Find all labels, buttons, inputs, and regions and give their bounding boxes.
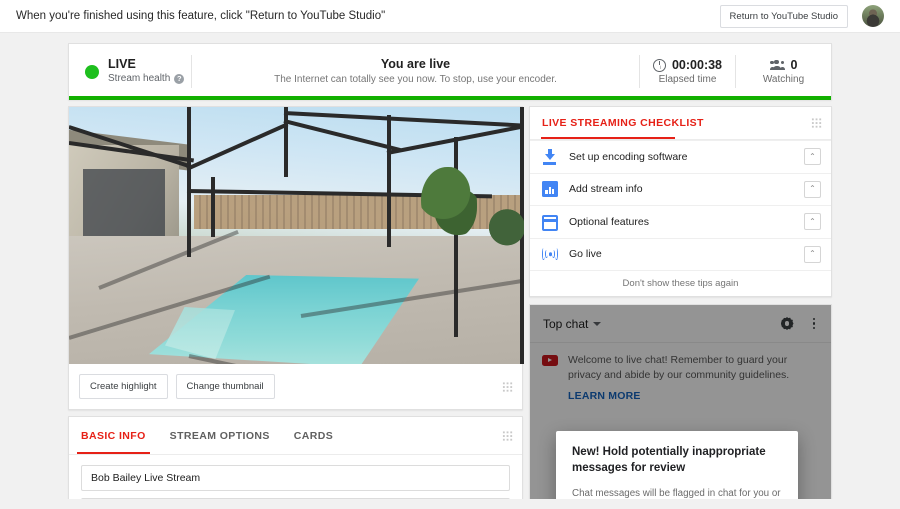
player-action-bar: Create highlight Change thumbnail — [69, 364, 522, 409]
enclosure-post — [284, 107, 288, 177]
live-message-group: You are live The Internet can totally se… — [192, 55, 639, 88]
watching-label: Watching — [762, 74, 805, 85]
chat-mode-selector[interactable]: Top chat — [543, 317, 779, 331]
stream-title-input[interactable] — [81, 465, 510, 491]
checklist-item-go-live[interactable]: Go live ⌃ — [530, 237, 831, 271]
live-label: LIVE — [108, 57, 136, 72]
stream-health-bar — [69, 96, 831, 100]
change-thumbnail-button[interactable]: Change thumbnail — [175, 374, 275, 399]
hanging-plant — [421, 167, 477, 239]
help-icon[interactable]: ? — [174, 74, 185, 85]
stream-health-label: Stream health — [108, 73, 171, 85]
chevron-down-icon — [593, 321, 602, 326]
watching-metric: 0 Watching — [736, 58, 831, 85]
checklist-item-add-stream-info[interactable]: Add stream info ⌃ — [530, 172, 831, 206]
broadcast-icon — [542, 246, 558, 262]
checklist-item-label: Go live — [569, 248, 602, 261]
chat-messages: Welcome to live chat! Remember to guard … — [530, 343, 831, 412]
checklist-item-label: Add stream info — [569, 183, 643, 196]
collapse-icon[interactable]: ⌃ — [804, 180, 821, 198]
hanging-plant — [487, 203, 524, 257]
avatar[interactable] — [862, 5, 884, 27]
live-headline: You are live — [380, 57, 451, 72]
drag-handle-icon[interactable] — [502, 381, 513, 392]
tooltip-title: New! Hold potentially inappropriate mess… — [572, 446, 766, 474]
checklist-item-label: Optional features — [569, 215, 649, 228]
tab-stream-options[interactable]: STREAM OPTIONS — [170, 417, 270, 454]
live-subline: The Internet can totally see you now. To… — [274, 74, 557, 86]
collapse-icon[interactable]: ⌃ — [804, 245, 821, 263]
dismiss-tips-link[interactable]: Don't show these tips again — [623, 278, 739, 289]
elapsed-time-metric: 00:00:38 Elapsed time — [640, 58, 735, 85]
more-options-icon[interactable] — [807, 316, 821, 332]
checklist-header: LIVE STREAMING CHECKLIST — [530, 107, 831, 139]
feature-tooltip: New! Hold potentially inappropriate mess… — [556, 431, 798, 509]
checklist-item-label: Set up encoding software — [569, 150, 688, 163]
elapsed-time-value: 00:00:38 — [671, 58, 723, 72]
learn-more-link[interactable]: LEARN MORE — [568, 390, 819, 402]
drag-handle-icon[interactable] — [502, 430, 513, 441]
create-highlight-button[interactable]: Create highlight — [79, 374, 168, 399]
chat-welcome-text: Welcome to live chat! Remember to guard … — [568, 354, 790, 381]
clock-icon — [652, 58, 666, 72]
live-streaming-checklist-card: LIVE STREAMING CHECKLIST Set up encoding… — [529, 106, 832, 297]
top-bar: When you're finished using this feature,… — [0, 0, 900, 33]
tab-cards[interactable]: CARDS — [294, 417, 333, 454]
card-icon — [542, 215, 558, 232]
drag-handle-icon[interactable] — [811, 117, 822, 129]
people-icon — [769, 59, 785, 71]
collapse-icon[interactable]: ⌃ — [804, 213, 821, 231]
patio-shade — [83, 169, 165, 241]
top-bar-message: When you're finished using this feature,… — [16, 10, 386, 22]
bar-chart-icon — [542, 181, 558, 198]
watching-value: 0 — [790, 58, 798, 72]
checklist-footer: Don't show these tips again — [530, 270, 831, 296]
stream-status-card: LIVE Stream health ? You are live The In… — [68, 43, 832, 100]
left-column: Create highlight Change thumbnail BASIC … — [68, 106, 524, 509]
collapse-icon[interactable]: ⌃ — [804, 148, 821, 166]
gear-icon[interactable] — [779, 316, 795, 332]
checklist-item-set-up-encoding-software[interactable]: Set up encoding software ⌃ — [530, 140, 831, 173]
chat-mode-label: Top chat — [543, 316, 589, 331]
live-status-dot — [85, 64, 99, 79]
enclosure-post — [211, 177, 215, 237]
stream-details-card: BASIC INFO STREAM OPTIONS CARDS — [68, 416, 523, 509]
player-card: Create highlight Change thumbnail — [68, 106, 524, 410]
checklist-item-optional-features[interactable]: Optional features ⌃ — [530, 205, 831, 238]
return-to-youtube-studio-button[interactable]: Return to YouTube Studio — [719, 4, 848, 28]
enclosure-post — [187, 107, 191, 257]
chat-system-message: Welcome to live chat! Remember to guard … — [542, 353, 819, 402]
checklist-title: LIVE STREAMING CHECKLIST — [542, 117, 704, 129]
clipped-bottom-row — [0, 499, 900, 509]
tab-bar: BASIC INFO STREAM OPTIONS CARDS — [69, 417, 522, 455]
chat-header: Top chat — [530, 305, 831, 343]
download-icon — [542, 148, 558, 165]
checklist-title-underline — [541, 136, 675, 139]
stream-health-group: LIVE Stream health ? — [69, 57, 191, 85]
clipped-bottom-row-inner — [0, 499, 900, 509]
tab-basic-info[interactable]: BASIC INFO — [77, 417, 150, 454]
page-canvas: LIVE Stream health ? You are live The In… — [0, 33, 900, 509]
elapsed-time-label: Elapsed time — [658, 74, 717, 85]
enclosure-post — [387, 115, 391, 247]
youtube-badge-icon — [542, 355, 558, 366]
video-preview[interactable] — [69, 107, 524, 364]
